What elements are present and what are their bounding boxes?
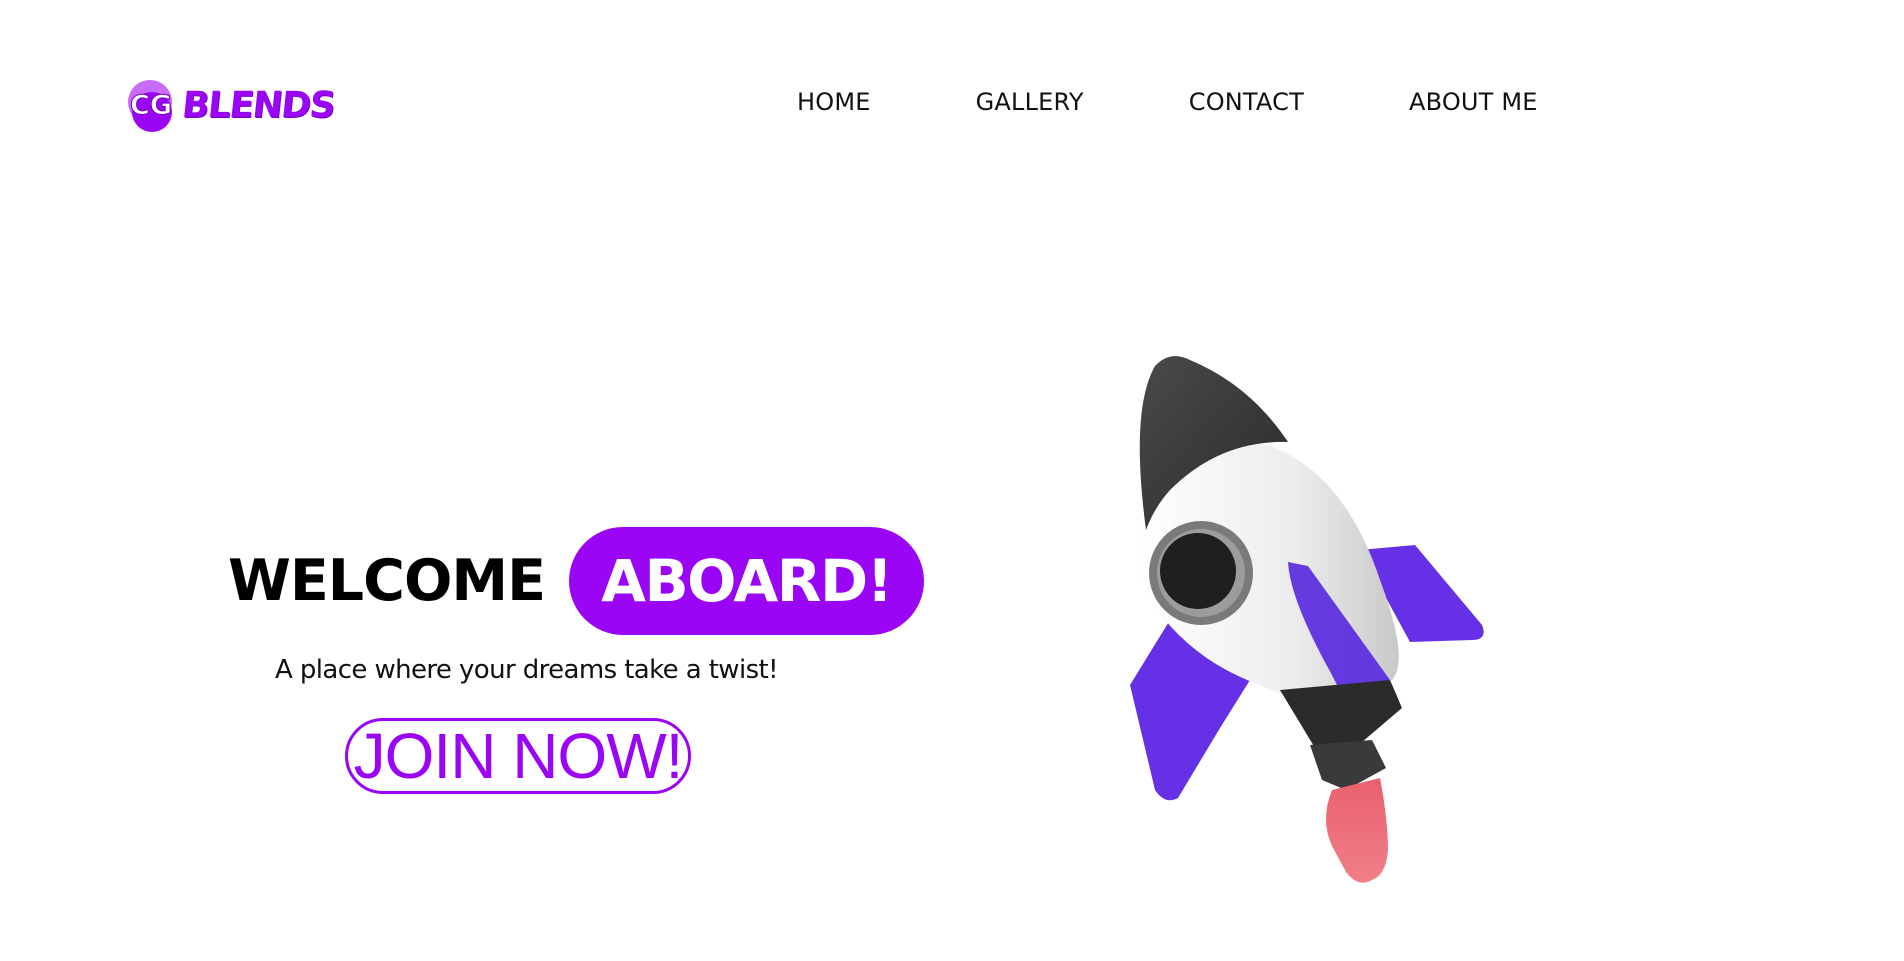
hero-headline: WELCOME ABOARD! bbox=[228, 527, 924, 635]
hero-highlight-pill: ABOARD! bbox=[569, 527, 924, 635]
nav-contact-link[interactable]: CONTACT bbox=[1189, 88, 1304, 116]
rocket-icon bbox=[1110, 350, 1510, 890]
join-now-button[interactable]: JOIN NOW! bbox=[345, 718, 691, 794]
hero-tagline: A place where your dreams take a twist! bbox=[275, 655, 779, 685]
join-now-label: JOIN NOW! bbox=[353, 720, 684, 792]
nav-gallery-link[interactable]: GALLERY bbox=[976, 88, 1084, 116]
rocket-exhaust-collar bbox=[1280, 680, 1402, 748]
hero-welcome-text: WELCOME bbox=[228, 547, 546, 614]
logo-badge-text: CG bbox=[130, 90, 172, 121]
landing-page: CG BLENDS HOME GALLERY CONTACT ABOUT ME … bbox=[0, 0, 1904, 961]
logo-badge-icon: CG bbox=[124, 78, 178, 134]
logo-wordmark: BLENDS bbox=[179, 85, 337, 126]
nav-home-link[interactable]: HOME bbox=[797, 88, 871, 116]
brand-logo[interactable]: CG BLENDS bbox=[124, 76, 337, 136]
main-nav: HOME GALLERY CONTACT ABOUT ME bbox=[797, 88, 1538, 116]
rocket-flame bbox=[1326, 778, 1388, 883]
hero-highlight-text: ABOARD! bbox=[601, 547, 893, 615]
nav-about-link[interactable]: ABOUT ME bbox=[1409, 88, 1538, 116]
rocket-window bbox=[1160, 533, 1236, 609]
